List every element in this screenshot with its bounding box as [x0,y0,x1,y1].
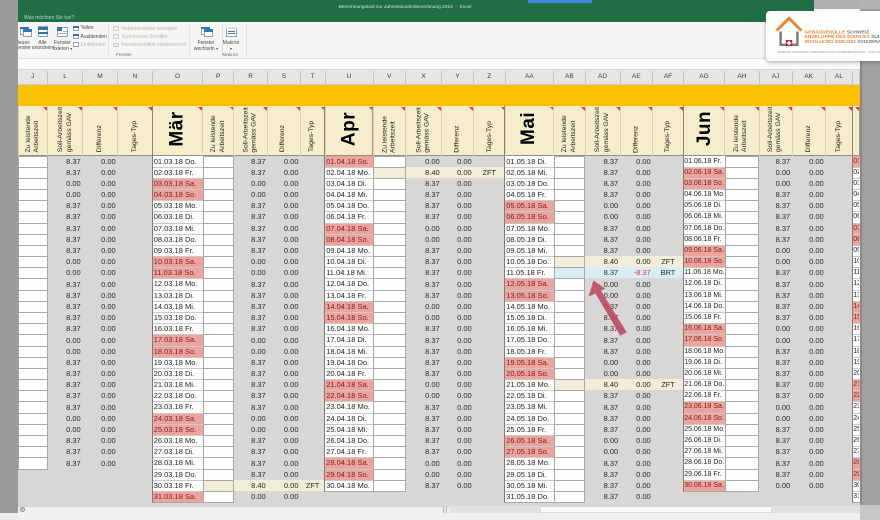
svg-text:INVOLUCRO EDILIZIO SVIZZERA: INVOLUCRO EDILIZIO SVIZZERA [805,39,880,45]
svg-text:VERBAND SCHWEIZER GEBÄUDEHÜLLE: VERBAND SCHWEIZER GEBÄUDEHÜLLEN-UNTERNEH… [777,50,880,54]
